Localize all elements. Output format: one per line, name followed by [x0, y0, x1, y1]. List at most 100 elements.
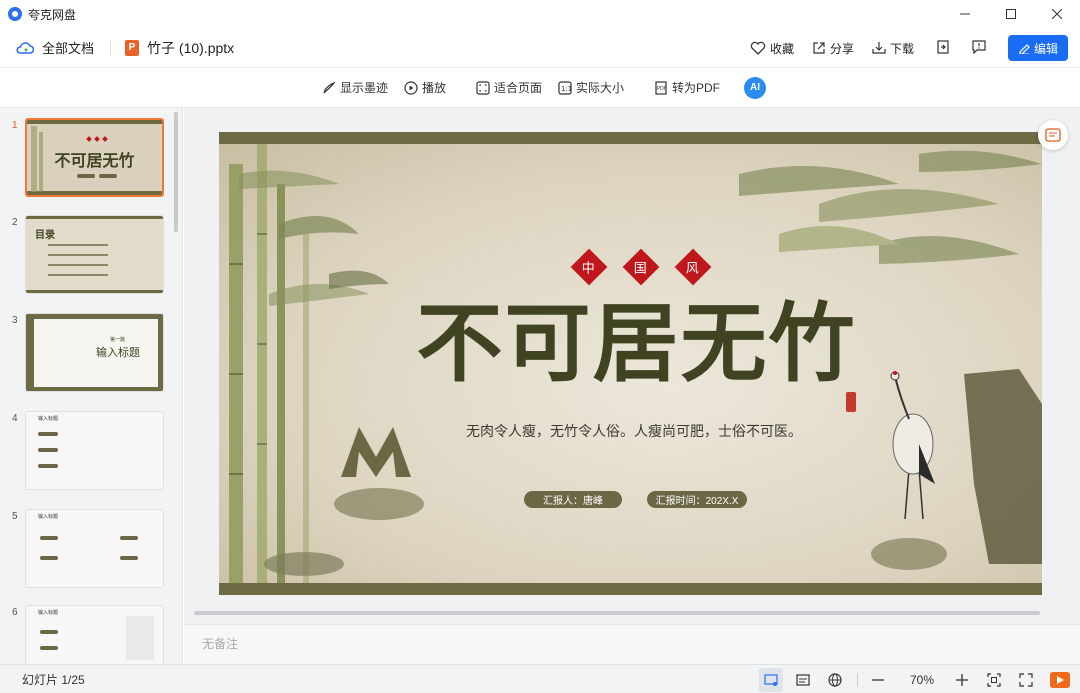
fullscreen-icon — [1019, 672, 1033, 687]
cloud-icon — [16, 41, 34, 54]
horizontal-scrollbar[interactable] — [194, 611, 1040, 615]
speaker-notes-panel[interactable]: 无备注 — [184, 624, 1080, 664]
slide-subtitle: 无肉令人瘦，无竹令人俗。人瘦尚可肥，士俗不可医。 — [466, 423, 802, 439]
thumbnail-title: 输入标题 — [38, 514, 59, 520]
zoom-level[interactable]: 70% — [902, 673, 942, 687]
document-bar: 全部文档 P 竹子 (10).pptx 收藏 分享 下载 编辑 — [0, 28, 1080, 68]
pencil-icon — [1018, 44, 1030, 54]
download-button[interactable]: 下载 — [872, 40, 914, 57]
feather-pen-icon — [323, 81, 336, 93]
notes-view-icon — [796, 673, 810, 686]
view-controls: 70% — [751, 665, 1070, 693]
feedback-button[interactable] — [972, 39, 986, 57]
thumbnail-card[interactable]: 不可居无竹 — [25, 118, 164, 197]
thumbnail-title: 目录 — [35, 230, 55, 241]
thumbnail-number: 2 — [12, 217, 18, 228]
slide-thumbnail-panel[interactable]: 1 不可居无竹 2 目录 3 第一篇 输入标题 4 输入标题 5 输入标题 6 … — [0, 108, 183, 664]
minimize-button[interactable] — [942, 0, 988, 28]
play-icon — [1057, 675, 1064, 684]
thumbnail-number: 4 — [12, 413, 18, 424]
document-actions: 收藏 分享 下载 编辑 — [732, 28, 1068, 68]
play-label: 播放 — [421, 81, 446, 95]
play-button[interactable]: 播放 — [404, 79, 446, 96]
download-label: 下载 — [889, 41, 914, 56]
thumbnail-4[interactable]: 4 输入标题 — [0, 411, 170, 491]
mountain-logo-icon — [341, 427, 411, 477]
document-title: 竹子 (10).pptx — [147, 39, 235, 56]
slide-canvas[interactable]: 中 国 风 不可居无竹 无肉令人瘦，无竹令人俗。人瘦尚可肥，士俗不可医。 汇报人… — [184, 108, 1080, 624]
pdf-icon: PDF — [655, 80, 667, 95]
actual-size-button[interactable]: 1:1 实际大小 — [558, 79, 624, 96]
thumbnail-number: 6 — [12, 607, 18, 618]
fit-window-button[interactable] — [982, 668, 1006, 692]
feedback-icon — [972, 39, 986, 54]
thumbnail-number: 5 — [12, 511, 18, 522]
red-seal-stamp — [846, 392, 856, 412]
thumbnail-title: 输入标题 — [96, 347, 140, 359]
thumbnail-5[interactable]: 5 输入标题 — [0, 509, 170, 589]
close-button[interactable] — [1034, 0, 1080, 28]
thumbnail-card[interactable]: 输入标题 — [25, 411, 164, 490]
current-slide[interactable]: 中 国 风 不可居无竹 无肉令人瘦，无竹令人俗。人瘦尚可肥，士俗不可医。 汇报人… — [219, 132, 1042, 595]
thumbnail-card[interactable]: 输入标题 — [25, 509, 164, 588]
show-ink-button[interactable]: 显示墨迹 — [322, 79, 388, 96]
all-documents-label: 全部文档 — [42, 41, 95, 56]
slide-notes-toggle-button[interactable] — [1038, 120, 1068, 150]
thumbnail-2[interactable]: 2 目录 — [0, 215, 170, 295]
thumbnail-card[interactable]: 输入标题 — [25, 605, 164, 664]
minus-icon — [872, 678, 884, 681]
fullscreen-button[interactable] — [1014, 668, 1038, 692]
divider — [857, 672, 858, 687]
slide-counter: 幻灯片 1/25 — [22, 672, 85, 687]
thumbnail-scrollbar[interactable] — [174, 112, 178, 232]
window-controls — [942, 0, 1080, 28]
edit-label: 编辑 — [1033, 41, 1058, 56]
slide-tag-badge: 风 — [674, 248, 712, 286]
normal-view-button[interactable] — [759, 667, 783, 692]
web-view-button[interactable] — [823, 668, 847, 692]
all-documents-button[interactable]: 全部文档 — [16, 38, 94, 57]
notes-view-button[interactable] — [791, 668, 815, 692]
favorite-button[interactable]: 收藏 — [750, 40, 794, 57]
download-icon — [872, 42, 886, 54]
export-button[interactable] — [936, 39, 950, 57]
slide-tag-badge: 中 — [570, 248, 608, 286]
ai-assistant-button[interactable]: AI — [744, 76, 767, 99]
plus-icon — [956, 673, 968, 686]
viewer-toolbar: 显示墨迹 播放 适合页面 1:1 实际大小 PDF 转为PDF AI — [0, 68, 1080, 108]
slide-tag-badge: 国 — [622, 248, 660, 286]
share-button[interactable]: 分享 — [812, 40, 854, 57]
actual-size-label: 实际大小 — [576, 81, 625, 95]
title-bar: 夸克网盘 — [0, 0, 1080, 28]
fit-page-button[interactable]: 适合页面 — [476, 79, 542, 96]
thumbnail-number: 3 — [12, 315, 18, 326]
quark-logo-icon — [8, 7, 22, 21]
notes-placeholder: 无备注 — [202, 637, 239, 651]
thumbnail-card[interactable]: 第一篇 输入标题 — [25, 313, 164, 392]
fit-window-icon — [987, 672, 1001, 687]
thumbnail-1[interactable]: 1 不可居无竹 — [0, 118, 170, 198]
thumbnail-number: 1 — [12, 120, 18, 131]
actual-size-icon: 1:1 — [558, 80, 572, 95]
export-file-icon — [937, 39, 949, 54]
play-circle-icon — [404, 80, 418, 95]
share-label: 分享 — [829, 41, 854, 56]
zoom-out-button[interactable] — [866, 668, 890, 692]
slide-tag-group: 中 国 风 — [563, 248, 719, 286]
slideshow-play-button[interactable] — [1050, 671, 1070, 688]
thumbnail-6[interactable]: 6 输入标题 — [0, 605, 170, 664]
report-time-pill: 汇报时间：202X.X — [647, 491, 747, 508]
convert-pdf-button[interactable]: PDF 转为PDF — [654, 79, 720, 96]
zoom-in-button[interactable] — [950, 668, 974, 692]
fit-page-label: 适合页面 — [493, 81, 542, 95]
edit-button[interactable]: 编辑 — [1008, 35, 1068, 61]
heart-icon — [750, 41, 766, 55]
slide-top-band — [219, 132, 1042, 144]
thumbnail-title: 输入标题 — [38, 610, 59, 616]
thumbnail-title: 输入标题 — [38, 416, 59, 422]
maximize-button[interactable] — [988, 0, 1034, 28]
status-bar: 幻灯片 1/25 70% — [0, 664, 1080, 693]
thumbnail-title: 不可居无竹 — [54, 151, 135, 170]
thumbnail-card[interactable]: 目录 — [25, 215, 164, 294]
thumbnail-3[interactable]: 3 第一篇 输入标题 — [0, 313, 170, 393]
